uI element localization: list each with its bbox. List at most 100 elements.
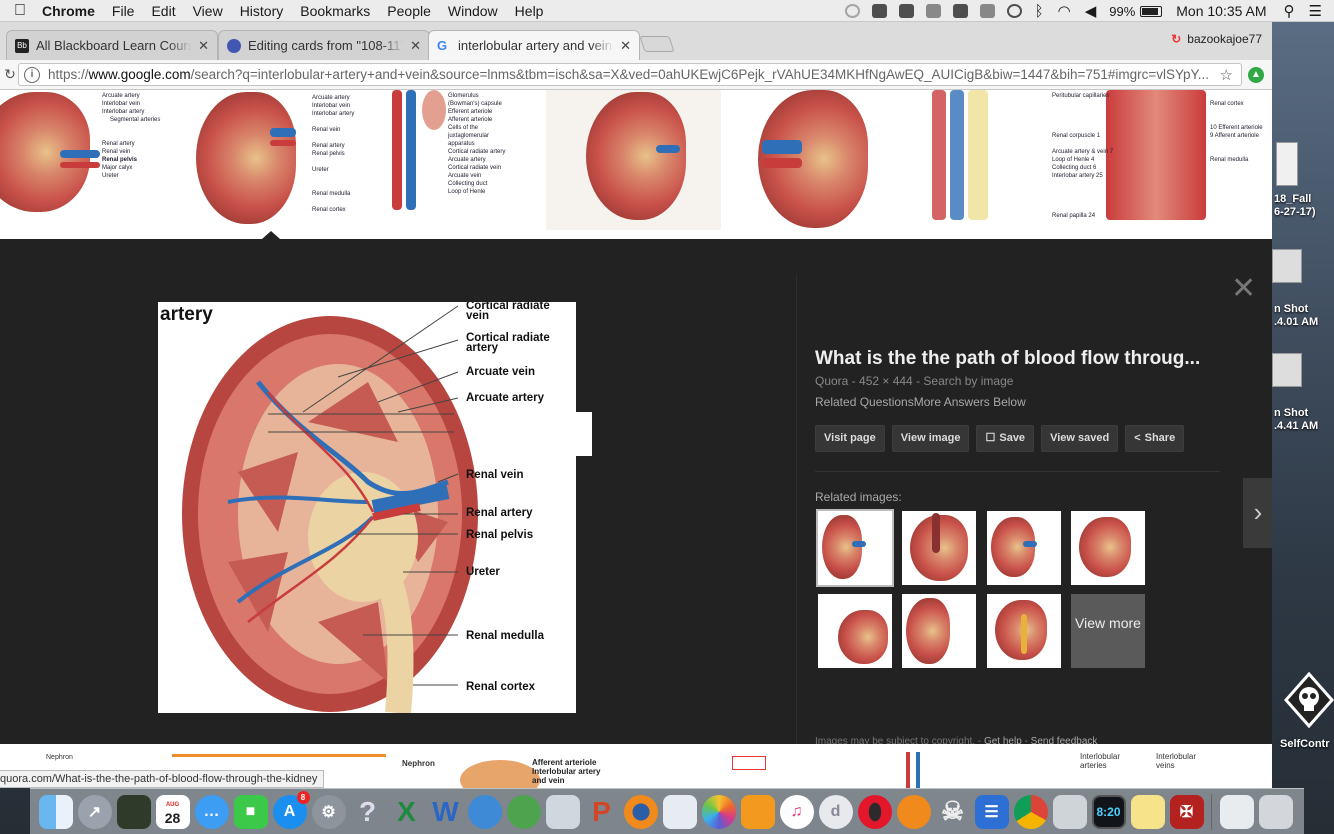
preview-app-icon[interactable]	[545, 794, 580, 829]
desktop-screenshot-icon[interactable]	[1272, 249, 1302, 283]
result-thumbnail[interactable]	[680, 752, 810, 788]
launchpad-icon[interactable]: ↗	[77, 794, 112, 829]
bookmark-star-icon[interactable]: ☆	[1220, 66, 1233, 84]
menu-app-name[interactable]: Chrome	[40, 3, 103, 19]
view-saved-button[interactable]: View saved	[1041, 425, 1119, 452]
menu-bookmarks[interactable]: Bookmarks	[292, 3, 379, 19]
site-info-icon[interactable]: i	[24, 66, 40, 83]
facetime-icon[interactable]: ■	[233, 794, 268, 829]
profile-button[interactable]: ↻ bazookajoe77	[1171, 32, 1262, 46]
tab-google-images[interactable]: G interlobular artery and vein - G ✕	[428, 30, 640, 60]
save-button[interactable]: ☐ Save	[976, 425, 1035, 452]
result-thumbnail[interactable]	[866, 752, 1026, 788]
result-thumbnail[interactable]: Interlobular arteries Interlobular veins	[1080, 752, 1250, 788]
desktop-file-label[interactable]: 18_Fall 6-27-17)	[1274, 193, 1316, 219]
camera-icon[interactable]	[898, 4, 914, 18]
menu-help[interactable]: Help	[506, 3, 552, 19]
vlc-icon[interactable]	[896, 794, 931, 829]
trash-icon[interactable]	[1258, 794, 1293, 829]
menu-window[interactable]: Window	[439, 3, 506, 19]
new-tab-button[interactable]	[639, 36, 675, 52]
excel-icon[interactable]: X	[390, 795, 424, 829]
spotlight-search-icon[interactable]: ⚲	[1284, 2, 1295, 20]
result-thumbnail[interactable]	[876, 90, 1038, 230]
address-url[interactable]: https://www.google.com/search?q=interlob…	[48, 67, 1212, 82]
result-thumbnail[interactable]	[728, 90, 868, 230]
selfcontrol-icon[interactable]: ☠	[936, 795, 970, 829]
result-thumbnail[interactable]: Nephron Afferent arteriole Interlobular a…	[400, 752, 610, 788]
selfcontrol-label[interactable]: SelfContr	[1280, 738, 1330, 751]
result-thumbnail[interactable]	[546, 90, 721, 230]
desktop-screenshot-label[interactable]: n Shot .4.01 AM	[1274, 303, 1318, 329]
related-image[interactable]	[987, 594, 1061, 668]
status-circle-icon[interactable]	[844, 4, 860, 18]
powerpoint-icon[interactable]: P	[585, 795, 619, 829]
desktop-screenshot-label[interactable]: n Shot .4.41 AM	[1274, 407, 1318, 433]
related-image[interactable]	[902, 511, 976, 585]
image-meta[interactable]: Quora - 452 × 444 - Search by image	[815, 374, 1013, 388]
notes-icon[interactable]	[1130, 794, 1165, 829]
menu-edit[interactable]: Edit	[143, 3, 184, 19]
firefox-icon[interactable]	[623, 794, 658, 829]
related-image[interactable]	[818, 594, 892, 668]
acrobat-icon[interactable]: ✠	[1169, 794, 1204, 829]
close-icon[interactable]: ✕	[1231, 274, 1256, 304]
reload-icon[interactable]: ↻	[0, 66, 20, 83]
calendar-icon[interactable]: AUG 28	[155, 794, 190, 829]
dictionary-icon[interactable]: d	[818, 794, 853, 829]
documents-folder-icon[interactable]	[1219, 794, 1254, 829]
related-image[interactable]	[987, 511, 1061, 585]
wifi-icon[interactable]: ◠	[1058, 2, 1071, 20]
selfcontrol-skull-icon[interactable]	[1283, 671, 1334, 730]
chrome-icon[interactable]	[1013, 794, 1048, 829]
related-image[interactable]	[1071, 511, 1145, 585]
preview-image[interactable]: artery Cortical radiate vein Cortical ra…	[158, 302, 576, 713]
result-thumbnail-selected[interactable]: Arcuate artery Interlobar vein Interlobar …	[190, 90, 370, 230]
time-machine-icon[interactable]	[1006, 4, 1022, 18]
extension-icon[interactable]: ▲	[1248, 67, 1264, 83]
photos-icon[interactable]	[701, 794, 736, 829]
network-globe-icon[interactable]	[506, 794, 541, 829]
clock-widget-icon[interactable]: 8:20	[1091, 794, 1126, 829]
volume-icon[interactable]: ◀	[1085, 2, 1097, 20]
desktop-screenshot-icon[interactable]	[1272, 353, 1302, 387]
messages-icon[interactable]: …	[194, 794, 229, 829]
system-preferences-icon[interactable]: ⚙	[311, 794, 346, 829]
tab-close-icon[interactable]: ✕	[410, 38, 421, 54]
preview-icon[interactable]	[662, 794, 697, 829]
view-more-button[interactable]: View more	[1071, 594, 1145, 668]
help-question-icon[interactable]: ?	[351, 795, 385, 829]
activity-monitor-icon[interactable]	[116, 794, 151, 829]
related-image[interactable]	[816, 509, 894, 587]
finder-icon[interactable]	[38, 794, 73, 829]
result-thumbnail[interactable]: Glomerulus (Bowman's) capsule Efferent ar…	[382, 90, 538, 230]
family-sharing-icon[interactable]	[467, 794, 502, 829]
tab-quizlet[interactable]: Editing cards from "108-117" ✕	[218, 30, 430, 60]
word-icon[interactable]: W	[429, 795, 463, 829]
shield-icon[interactable]	[952, 4, 968, 18]
visit-page-button[interactable]: Visit page	[815, 425, 885, 452]
related-image[interactable]	[902, 594, 976, 668]
ibooks-icon[interactable]	[740, 794, 775, 829]
bluetooth-icon[interactable]: ᛒ	[1035, 3, 1044, 20]
menu-clock[interactable]: Mon 10:35 AM	[1176, 3, 1266, 19]
result-thumbnail[interactable]: Arcuate artery Interlobar vein Interlobar …	[0, 90, 180, 230]
address-bar[interactable]: i https://www.google.com/search?q=interl…	[18, 63, 1242, 86]
tab-blackboard[interactable]: Bb All Blackboard Learn Courses - ✕	[6, 30, 218, 60]
next-image-chevron-icon[interactable]: ›	[1243, 478, 1272, 548]
share-button[interactable]: < Share	[1125, 425, 1185, 452]
list-app-icon[interactable]: ☰	[974, 794, 1009, 829]
tab-close-icon[interactable]: ✕	[198, 38, 209, 54]
menu-people[interactable]: People	[379, 3, 440, 19]
battery-status[interactable]: 99%	[1109, 4, 1163, 19]
tab-close-icon[interactable]: ✕	[620, 38, 631, 54]
airplay-icon[interactable]	[979, 4, 995, 18]
result-thumbnail[interactable]: Peritubular capillaries Renal corpuscle …	[1046, 90, 1272, 230]
apple-menu-icon[interactable]: 	[0, 2, 40, 20]
status-app-icon[interactable]	[871, 4, 887, 18]
itunes-icon[interactable]: ♫	[779, 794, 814, 829]
drive-icon[interactable]	[925, 4, 941, 18]
desktop-file-icon[interactable]	[1276, 142, 1298, 186]
view-image-button[interactable]: View image	[891, 425, 970, 452]
grapher-icon[interactable]	[1052, 794, 1087, 829]
